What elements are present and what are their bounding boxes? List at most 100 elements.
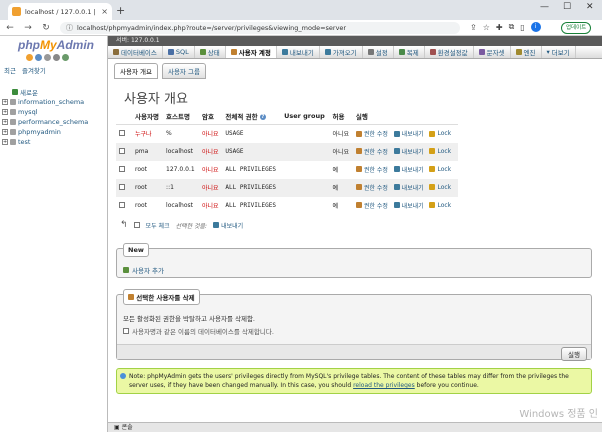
menu-engines[interactable]: 엔진: [511, 46, 542, 58]
maximize-icon[interactable]: ☐: [563, 2, 571, 12]
export-user-link[interactable]: 내보내기: [393, 165, 424, 174]
site-info-icon[interactable]: ⓘ: [66, 23, 73, 33]
drop-db-option[interactable]: 사용자명과 같은 이름의 데이터베이스를 삭제합니다.: [123, 326, 274, 336]
bulk-export-button[interactable]: 내보내기: [213, 221, 243, 230]
menu-sql[interactable]: SQL: [163, 46, 195, 58]
row-select-cell: [116, 142, 132, 161]
edit-privileges-label: 권한 수정: [363, 202, 388, 210]
edit-privileges-link[interactable]: 권한 수정: [355, 165, 388, 174]
cell-hostname: localhost: [163, 142, 199, 161]
update-button[interactable]: 업데이트: [561, 22, 592, 34]
extensions-puzzle-icon[interactable]: ⧉: [509, 22, 515, 32]
close-tab-icon[interactable]: ×: [101, 7, 108, 16]
header-label: 전체적 권한: [225, 113, 258, 121]
minimize-icon[interactable]: —: [540, 2, 549, 12]
reload-icon[interactable]: ↻: [40, 23, 52, 33]
home-icon[interactable]: [26, 54, 33, 61]
reload-privileges-link[interactable]: reload the privileges: [353, 382, 415, 389]
database-tree: 새로운 + information_schema + mysql + perfo…: [2, 87, 88, 147]
menu-more[interactable]: ▾ 더보기: [542, 46, 576, 58]
menu-charsets[interactable]: 문자셋: [474, 46, 511, 58]
logout-icon[interactable]: [35, 54, 42, 61]
menu-databases[interactable]: 데이터베이스: [108, 46, 163, 58]
menu-status[interactable]: 상태: [195, 46, 226, 58]
header-password[interactable]: 암호: [198, 108, 223, 125]
header-global-privileges[interactable]: 전체적 권한 ?: [222, 108, 282, 125]
expand-icon[interactable]: +: [2, 139, 8, 145]
menu-user-accounts[interactable]: 사용자 계정: [225, 46, 277, 58]
arrow-up-icon: ↰: [120, 220, 128, 230]
check-all-label[interactable]: 모두 체크: [146, 221, 170, 230]
go-button[interactable]: 실행: [561, 347, 587, 361]
db-tree-mysql[interactable]: + mysql: [2, 107, 88, 117]
menu-replication[interactable]: 복제: [394, 46, 425, 58]
expand-icon[interactable]: +: [2, 109, 8, 115]
export-user-link[interactable]: 내보내기: [393, 147, 424, 156]
header-grant[interactable]: 허용: [329, 108, 353, 125]
help-icon[interactable]: ?: [259, 114, 266, 120]
tab-user-overview[interactable]: 사용자 개요: [114, 63, 158, 79]
back-icon[interactable]: ←: [4, 23, 16, 33]
new-tab-icon[interactable]: +: [116, 4, 125, 17]
nav-tab-favorites[interactable]: 즐겨찾기: [22, 65, 46, 75]
row-checkbox[interactable]: [119, 201, 125, 208]
db-tree-test[interactable]: + test: [2, 137, 88, 147]
edit-privileges-link[interactable]: 권한 수정: [355, 129, 388, 138]
lock-user-link[interactable]: Lock: [429, 130, 451, 137]
export-user-label: 내보내기: [401, 202, 424, 210]
docs-icon[interactable]: [44, 54, 51, 61]
row-checkbox[interactable]: [119, 147, 125, 154]
table-row: 누구나% 아니요 USAGE 아니요 권한 수정 내보내기 Lock: [116, 124, 458, 143]
export-user-link[interactable]: 내보내기: [393, 201, 424, 210]
side-panel-icon[interactable]: ▯: [520, 23, 524, 32]
expand-icon[interactable]: +: [2, 119, 8, 125]
profile-avatar-icon[interactable]: i: [530, 22, 541, 32]
lock-user-link[interactable]: Lock: [429, 184, 451, 191]
menu-settings[interactable]: 설정: [363, 46, 394, 58]
tab-user-groups[interactable]: 사용자 그룹: [161, 63, 206, 79]
menu-export[interactable]: 내보내기: [277, 46, 320, 58]
row-checkbox[interactable]: [119, 183, 125, 190]
nav-tab-recent[interactable]: 최근: [4, 65, 16, 75]
close-window-icon[interactable]: ✕: [586, 2, 594, 12]
row-checkbox[interactable]: [119, 129, 125, 136]
header-user-group[interactable]: User group: [281, 108, 330, 125]
add-user-icon: [123, 267, 129, 273]
lock-user-link[interactable]: Lock: [429, 148, 451, 155]
export-user-link[interactable]: 내보내기: [393, 129, 424, 138]
engine-icon: [515, 49, 522, 55]
extension-icon[interactable]: ✚: [496, 23, 503, 32]
db-tree-performance-schema[interactable]: + performance_schema: [2, 117, 88, 127]
lock-user-link[interactable]: Lock: [429, 166, 451, 173]
lock-user-link[interactable]: Lock: [429, 202, 451, 209]
menu-variables[interactable]: 환경설정값: [425, 46, 474, 58]
phpmyadmin-logo[interactable]: phpMyAdmin: [18, 38, 94, 52]
reload-nav-icon[interactable]: [62, 54, 69, 61]
db-tree-new[interactable]: 새로운: [2, 87, 88, 97]
header-username[interactable]: 사용자명: [132, 108, 164, 125]
export-user-link[interactable]: 내보내기: [393, 183, 424, 192]
forward-icon[interactable]: →: [22, 23, 34, 33]
edit-privileges-link[interactable]: 권한 수정: [355, 147, 388, 156]
settings-icon[interactable]: [53, 54, 60, 61]
console-bar[interactable]: ▣ 콘솔: [108, 422, 602, 432]
drop-db-checkbox[interactable]: [123, 328, 129, 334]
new-user-fieldset: New 사용자 추가: [116, 243, 592, 278]
add-user-link[interactable]: 사용자 추가: [123, 265, 164, 275]
db-tree-phpmyadmin[interactable]: + phpmyadmin: [2, 127, 88, 137]
share-icon[interactable]: ⇪: [470, 23, 477, 32]
server-breadcrumb[interactable]: 서버: 127.0.0.1: [108, 36, 602, 46]
address-bar[interactable]: ⓘ localhost/phpmyadmin/index.php?route=/…: [60, 22, 460, 34]
bookmark-star-icon[interactable]: ☆: [483, 23, 490, 32]
db-tree-information-schema[interactable]: + information_schema: [2, 97, 88, 107]
export-icon: [393, 184, 400, 191]
expand-icon[interactable]: +: [2, 99, 8, 105]
browser-tab[interactable]: localhost / 127.0.0.1 | phpMyAdm ×: [8, 3, 112, 20]
edit-privileges-link[interactable]: 권한 수정: [355, 201, 388, 210]
expand-icon[interactable]: +: [2, 129, 8, 135]
row-checkbox[interactable]: [119, 165, 125, 172]
edit-privileges-link[interactable]: 권한 수정: [355, 183, 388, 192]
menu-import[interactable]: 가져오기: [320, 46, 363, 58]
check-all-checkbox[interactable]: [133, 222, 140, 228]
header-hostname[interactable]: 호스트명: [163, 108, 199, 125]
